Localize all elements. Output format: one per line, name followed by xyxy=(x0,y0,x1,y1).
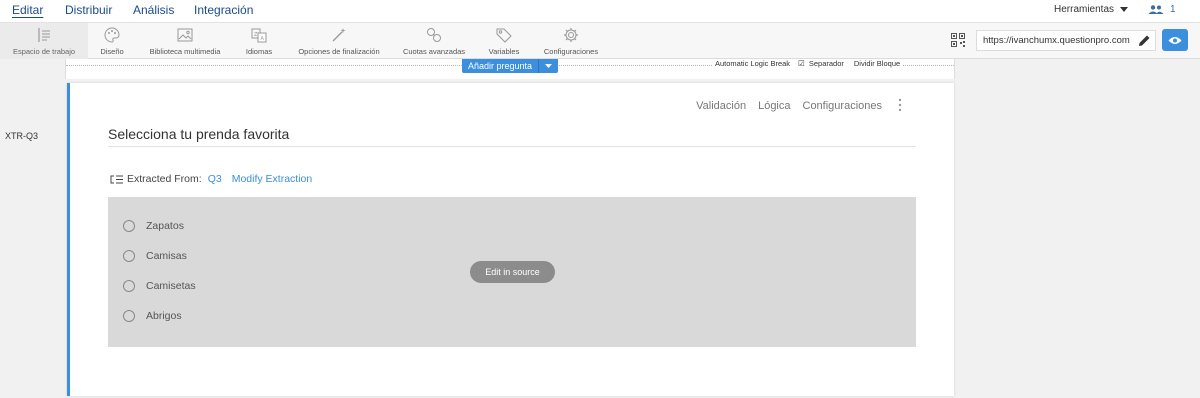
toolbar-label: Configuraciones xyxy=(543,47,599,56)
radio-button[interactable] xyxy=(123,280,135,292)
validation-link[interactable]: Validación xyxy=(696,100,746,112)
tab-distribuir[interactable]: Distribuir xyxy=(65,3,112,17)
logic-link[interactable]: Lógica xyxy=(758,100,790,112)
caret-down-icon xyxy=(545,64,553,68)
collaborators[interactable]: 1 xyxy=(1148,4,1176,15)
workspace-icon xyxy=(38,28,50,42)
toolbar-completion-options[interactable]: Opciones de finalización xyxy=(294,23,384,59)
eye-icon xyxy=(1168,36,1182,44)
qr-code-icon[interactable] xyxy=(951,33,965,47)
top-navigation: Editar Distribuir Análisis Integración H… xyxy=(0,0,1200,22)
survey-url-field[interactable]: https://ivanchumx.questionpro.com xyxy=(976,30,1156,51)
caret-down-icon xyxy=(1120,6,1129,12)
toolbar-label: Idiomas xyxy=(245,47,273,56)
option-row[interactable]: Camisetas xyxy=(123,280,196,292)
language-icon: ZA xyxy=(251,28,267,43)
question-actions: Validación Lógica Configuraciones xyxy=(696,100,882,112)
tag-icon xyxy=(496,28,512,43)
toolbar-label: Variables xyxy=(488,47,520,56)
option-label: Zapatos xyxy=(146,220,184,232)
users-icon xyxy=(1148,5,1164,14)
radio-button[interactable] xyxy=(123,220,135,232)
toolbar-design[interactable]: Diseño xyxy=(93,23,131,59)
question-settings-link[interactable]: Configuraciones xyxy=(803,100,883,112)
add-question-dropdown[interactable] xyxy=(538,59,558,73)
radio-button[interactable] xyxy=(123,310,135,322)
separator-label: Separador xyxy=(806,59,846,68)
title-divider xyxy=(108,146,916,147)
toolbar-label: Opciones de finalización xyxy=(298,47,380,56)
block-break-options: Automatic Logic Break ☑ Separador Dividi… xyxy=(713,59,903,68)
toolbar-label: Espacio de trabajo xyxy=(12,47,76,56)
toolbar-media-library[interactable]: Biblioteca multimedia xyxy=(143,23,227,59)
tab-integracion[interactable]: Integración xyxy=(194,3,253,17)
extract-icon xyxy=(110,175,123,183)
tools-menu[interactable]: Herramientas xyxy=(1054,4,1129,15)
palette-icon xyxy=(104,27,120,43)
gear-icon xyxy=(564,28,578,42)
toolbar-languages[interactable]: ZA Idiomas xyxy=(240,23,278,59)
preview-button[interactable] xyxy=(1162,29,1188,51)
option-label: Camisetas xyxy=(146,280,196,292)
add-question-button[interactable]: Añadir pregunta xyxy=(462,59,559,73)
svg-text:A: A xyxy=(261,36,265,42)
radio-button[interactable] xyxy=(123,250,135,262)
toolbar-workspace[interactable]: Espacio de trabajo xyxy=(0,23,88,59)
option-row[interactable]: Abrigos xyxy=(123,310,182,322)
source-question-link[interactable]: Q3 xyxy=(208,173,222,185)
toolbar-label: Diseño xyxy=(100,47,124,56)
option-row[interactable]: Zapatos xyxy=(123,220,184,232)
edit-url-icon[interactable] xyxy=(1138,34,1151,47)
question-card[interactable]: Validación Lógica Configuraciones Selecc… xyxy=(67,83,954,396)
quota-icon xyxy=(427,28,441,42)
block-separator-strip: Añadir pregunta Automatic Logic Break ☑ … xyxy=(65,59,955,79)
toolbar-label: Cuotas avanzadas xyxy=(402,47,466,56)
magic-wand-icon xyxy=(332,28,346,42)
more-options-icon[interactable] xyxy=(897,97,903,113)
svg-text:Z: Z xyxy=(254,32,258,38)
toolbar-variables[interactable]: Variables xyxy=(484,23,524,59)
question-id-label: XTR-Q3 xyxy=(5,131,39,141)
split-block-option[interactable]: Dividir Bloque xyxy=(851,59,903,68)
user-count: 1 xyxy=(1170,4,1176,15)
option-label: Camisas xyxy=(146,250,187,262)
option-row[interactable]: Camisas xyxy=(123,250,187,262)
toolbar-advanced-quotas[interactable]: Cuotas avanzadas xyxy=(400,23,468,59)
answer-options: Zapatos Camisas Camisetas Abrigos Edit i… xyxy=(108,197,916,347)
extraction-info: Extracted From: Q3 Modify Extraction xyxy=(110,173,312,185)
modify-extraction-link[interactable]: Modify Extraction xyxy=(232,173,313,185)
option-label: Abrigos xyxy=(146,310,182,322)
toolbar-settings[interactable]: Configuraciones xyxy=(541,23,601,59)
separator-option[interactable]: ☑ Separador xyxy=(796,59,848,68)
extracted-from-label: Extracted From: xyxy=(127,173,202,185)
add-question-label[interactable]: Añadir pregunta xyxy=(462,59,538,73)
toolbar-label: Biblioteca multimedia xyxy=(149,47,221,56)
image-icon xyxy=(177,28,193,42)
tab-editar[interactable]: Editar xyxy=(12,3,43,17)
edit-in-source-button[interactable]: Edit in source xyxy=(470,261,555,283)
tools-label: Herramientas xyxy=(1054,4,1115,15)
question-title[interactable]: Selecciona tu prenda favorita xyxy=(108,126,289,142)
automatic-logic-break[interactable]: Automatic Logic Break xyxy=(713,59,793,68)
tab-analisis[interactable]: Análisis xyxy=(133,3,174,17)
